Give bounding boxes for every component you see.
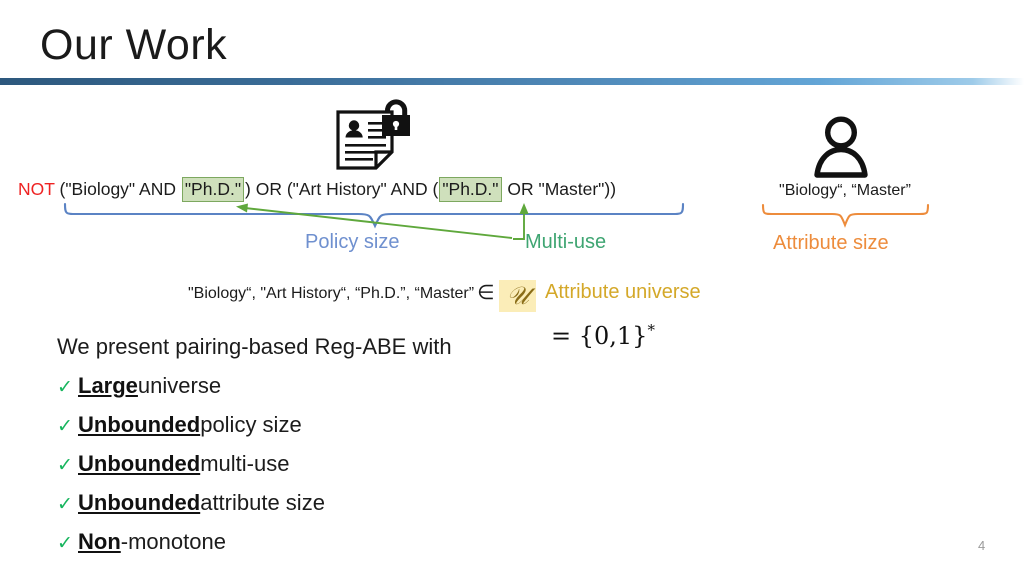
policy-not-keyword: NOT <box>18 179 55 199</box>
check-icon: ✓ <box>57 493 73 515</box>
body-intro-text: We present pairing-based Reg-ABE with <box>57 334 452 359</box>
bullet-text: attribute size <box>200 489 325 515</box>
attribute-size-brace <box>761 203 930 228</box>
policy-highlight-phd-2[interactable]: "Ph.D." <box>439 177 502 202</box>
bullet-keyword: Unbounded <box>78 411 201 437</box>
policy-segment-1: ("Biology" AND <box>54 179 181 199</box>
universe-label: Attribute universe <box>545 281 701 303</box>
check-icon: ✓ <box>57 454 73 476</box>
bullet-keyword: Large <box>78 373 138 398</box>
policy-size-label: Policy size <box>305 231 400 253</box>
check-icon: ✓ <box>57 415 73 437</box>
bullet-keyword: Unbounded <box>78 450 201 476</box>
user-icon <box>808 114 874 178</box>
policy-segment-3: OR "Master")) <box>502 179 617 199</box>
list-item: ✓ Non -monotone <box>57 530 617 554</box>
multi-use-label: Multi-use <box>525 231 607 253</box>
bullet-keyword: Non <box>78 528 121 554</box>
policy-segment-2: ) OR ("Art History" AND ( <box>245 179 439 199</box>
list-item: ✓ Unbounded multi-use <box>57 452 617 476</box>
attribute-universe-line: "Biology“, "Art History“, “Ph.D.”, “Mast… <box>188 280 701 312</box>
list-item: ✓ Unbounded attribute size <box>57 491 617 515</box>
attribute-size-label: Attribute size <box>773 232 889 254</box>
bullet-text: universe <box>137 373 222 398</box>
title-divider-rule <box>0 78 1024 85</box>
page-title: Our Work <box>40 21 228 69</box>
bullet-text: multi-use <box>200 450 290 476</box>
user-attribute-list: "Biology“, “Master” <box>779 182 911 199</box>
list-item: ✓ Unbounded policy size <box>57 413 617 437</box>
check-icon: ✓ <box>57 532 73 554</box>
bullet-text: policy size <box>200 411 302 437</box>
list-item: ✓ Large universe <box>57 374 617 398</box>
policy-highlight-phd-1[interactable]: "Ph.D." <box>181 177 245 202</box>
encrypted-document-icon <box>330 96 420 172</box>
kleene-star: * <box>647 321 655 339</box>
check-icon: ✓ <box>57 377 73 398</box>
element-of-symbol: ∈ <box>477 282 495 304</box>
universe-symbol: 𝒰 <box>499 280 536 312</box>
page-number: 4 <box>978 538 986 553</box>
universe-attribute-list: "Biology“, "Art History“, “Ph.D.”, “Mast… <box>188 285 475 302</box>
policy-formula: NOT ("Biology" AND "Ph.D.") OR ("Art His… <box>18 177 617 202</box>
body-content: We present pairing-based Reg-ABE with ✓ … <box>57 336 617 569</box>
policy-size-brace <box>63 202 685 229</box>
bullet-keyword: Unbounded <box>78 489 201 515</box>
bullet-text: -monotone <box>120 528 226 554</box>
